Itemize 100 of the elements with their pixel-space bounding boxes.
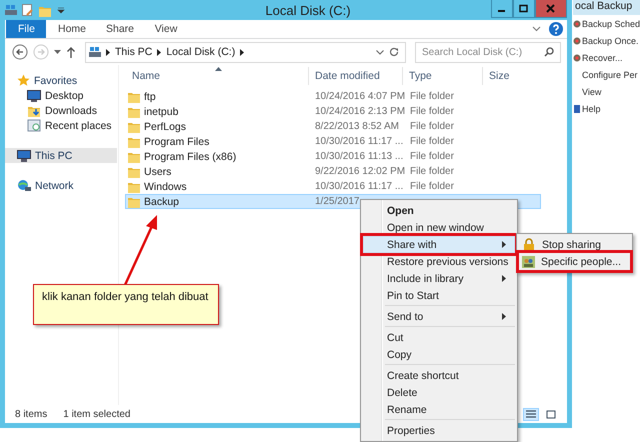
action-item[interactable]: Recover... <box>573 49 640 66</box>
help-icon[interactable] <box>549 20 563 38</box>
nav-item[interactable]: Favorites <box>5 73 117 88</box>
computer-icon <box>17 150 31 162</box>
column-header[interactable]: Size <box>483 67 547 85</box>
nav-item[interactable]: Desktop <box>5 88 117 103</box>
callout-note: klik kanan folder yang telah dibuat <box>33 284 219 325</box>
file-type: File folder <box>410 121 454 132</box>
action-item[interactable]: Backup Sched <box>573 15 640 32</box>
file-name: PerfLogs <box>144 120 186 132</box>
nav-item[interactable]: Network <box>5 178 117 193</box>
menu-item[interactable]: Create shortcut <box>363 367 515 384</box>
action-item[interactable]: View <box>573 83 640 100</box>
nav-item[interactable]: This PC <box>5 148 117 163</box>
search-field[interactable]: Search Local Disk (C:) <box>415 42 561 62</box>
file-name: inetpub <box>144 106 178 118</box>
date-modified: 10/30/2016 11:17 ... <box>315 136 404 147</box>
action-item[interactable]: Configure Per <box>573 66 640 83</box>
menu-item[interactable]: Open in new window <box>363 219 515 236</box>
people-icon <box>522 256 536 268</box>
menu-item[interactable]: Include in library <box>363 270 515 287</box>
date-modified: 10/24/2016 4:07 PM <box>315 91 406 102</box>
up-arrow-icon[interactable] <box>66 46 76 58</box>
menu-item[interactable]: Stop sharing <box>519 236 630 253</box>
file-row[interactable]: Users 9/22/2016 12:02 PM File folder <box>125 164 541 179</box>
file-row[interactable]: inetpub 10/24/2016 2:13 PM File folder <box>125 104 541 119</box>
date-modified: 10/24/2016 2:13 PM <box>315 106 406 117</box>
file-type: File folder <box>410 166 454 177</box>
menu-item[interactable]: Share with <box>363 236 515 253</box>
selection-count: 1 item selected <box>63 408 130 420</box>
ribbon-tab[interactable]: View <box>142 20 190 38</box>
file-type: File folder <box>410 91 454 102</box>
menu-item[interactable]: Pin to Start <box>363 287 515 304</box>
chevron-right-icon[interactable] <box>106 48 110 56</box>
file-name: Program Files <box>144 136 210 148</box>
file-name: Program Files (x86) <box>144 150 236 162</box>
nav-item[interactable]: Recent places <box>5 118 117 133</box>
monitor-icon <box>27 90 41 102</box>
file-row[interactable]: Program Files (x86) 10/30/2016 11:13 ... File folder <box>125 149 541 164</box>
address-bar[interactable]: This PC Local Disk (C:) <box>85 42 406 62</box>
back-icon[interactable] <box>12 44 28 60</box>
menu-item[interactable]: Rename <box>363 401 515 418</box>
menu-item[interactable]: Copy <box>363 346 515 363</box>
file-type: File folder <box>410 151 454 162</box>
help-book-icon <box>573 104 581 114</box>
ribbon-tab[interactable]: Home <box>46 20 94 38</box>
star-icon <box>17 74 30 87</box>
file-tab[interactable]: File <box>6 20 46 38</box>
column-header[interactable]: Name <box>125 67 309 85</box>
drive-icon <box>89 46 101 58</box>
breadcrumb[interactable]: Local Disk (C:) <box>166 46 236 58</box>
menu-item[interactable]: Send to <box>363 308 515 325</box>
file-name: Windows <box>144 180 187 192</box>
date-modified: 10/30/2016 11:13 ... <box>315 151 404 162</box>
submenu-arrow-icon <box>502 313 506 320</box>
caret-icon[interactable] <box>54 50 61 54</box>
window-title: Local Disk (C:) <box>264 2 352 18</box>
lock-icon <box>523 238 535 251</box>
file-row[interactable]: PerfLogs 8/22/2013 8:52 AM File folder <box>125 119 541 134</box>
date-modified: 1/25/2017 <box>315 196 360 207</box>
file-type: File folder <box>410 106 454 117</box>
file-row[interactable]: ftp 10/24/2016 4:07 PM File folder <box>125 89 541 104</box>
chevron-right-icon[interactable] <box>240 48 244 56</box>
menu-item[interactable]: Cut <box>363 329 515 346</box>
action-item[interactable]: Help <box>573 100 640 117</box>
nav-item[interactable]: Downloads <box>5 103 117 118</box>
recent-places-icon <box>27 119 41 132</box>
file-name: ftp <box>144 90 156 102</box>
minimize-icon[interactable] <box>491 0 513 18</box>
date-modified: 9/22/2016 12:02 PM <box>315 166 406 177</box>
network-icon <box>17 179 31 192</box>
menu-item[interactable]: Restore previous versions <box>363 253 515 270</box>
close-icon[interactable] <box>535 0 567 18</box>
menu-item[interactable]: Specific people... <box>519 253 630 270</box>
breadcrumb[interactable]: This PC <box>115 46 152 58</box>
file-name: Users <box>144 166 172 178</box>
folder-arrow-icon <box>27 104 41 117</box>
submenu-arrow-icon <box>502 241 506 248</box>
column-header[interactable]: Type <box>403 67 483 85</box>
column-header[interactable]: Date modified <box>309 67 403 85</box>
file-row[interactable]: Windows 10/30/2016 11:17 ... File folder <box>125 179 541 194</box>
chevron-down-icon[interactable] <box>376 50 384 54</box>
file-type: File folder <box>410 136 454 147</box>
ribbon-tab[interactable]: Share <box>94 20 142 38</box>
refresh-icon[interactable] <box>389 47 399 57</box>
chevron-right-icon[interactable] <box>157 48 162 56</box>
sort-arrow-icon <box>215 67 222 71</box>
panel-title: ocal Backup <box>573 0 640 15</box>
menu-item[interactable]: Delete <box>363 384 515 401</box>
file-name: Backup <box>144 196 180 208</box>
menu-item[interactable]: Properties <box>363 422 515 439</box>
search-icon[interactable] <box>544 46 554 56</box>
date-modified: 10/30/2016 11:17 ... <box>315 181 404 192</box>
annotation-arrow <box>124 215 157 286</box>
dropdown-icon[interactable] <box>57 6 65 14</box>
details-view-icon[interactable] <box>523 408 539 420</box>
file-row[interactable]: Program Files 10/30/2016 11:17 ... File folder <box>125 134 541 149</box>
drive-icon[interactable] <box>5 4 17 16</box>
action-item[interactable]: Backup Once. <box>573 32 640 49</box>
properties-icon[interactable] <box>22 4 33 16</box>
